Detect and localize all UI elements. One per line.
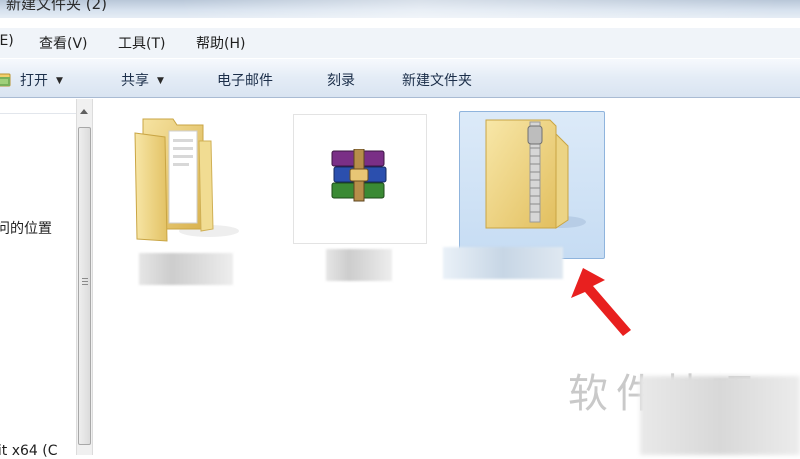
winrar-archive-icon (331, 149, 387, 202)
new-folder-button[interactable]: 新建文件夹 (402, 70, 472, 90)
zipped-folder-icon (485, 119, 586, 229)
red-arrow-annotation (571, 268, 631, 336)
chevron-down-icon: ▼ (56, 76, 63, 86)
command-bar: 打开 ▼ 共享 ▼ 电子邮件 刻录 新建文件夹 (0, 58, 800, 98)
open-button[interactable]: 打开 ▼ (20, 70, 63, 90)
menu-help[interactable]: 帮助(H) (196, 33, 245, 53)
menu-view[interactable]: 查看(V) (39, 33, 88, 53)
nav-scrollbar[interactable] (76, 99, 93, 455)
navigation-pane: 问的位置 lit x64 (C (0, 99, 76, 459)
open-folder-icon (0, 73, 11, 87)
file-name-blurred (326, 249, 392, 281)
file-item-zip-folder-selected[interactable] (459, 111, 605, 259)
scroll-grip-icon (82, 278, 88, 287)
file-item-folder[interactable] (129, 111, 239, 286)
window-title: 新建文件夹 (2) (6, 0, 108, 13)
nav-item-system-drive[interactable]: lit x64 (C (0, 443, 58, 459)
share-button-label: 共享 (121, 73, 149, 89)
nav-item-location[interactable]: 问的位置 (0, 218, 52, 238)
scroll-thumb[interactable] (78, 127, 91, 445)
menu-bar: (E) 查看(V) 工具(T) 帮助(H) (0, 28, 800, 58)
watermark-blur (640, 376, 800, 455)
open-button-label: 打开 (20, 73, 48, 89)
file-name-blurred (443, 247, 563, 279)
title-bar-glare (180, 0, 780, 18)
file-name-blurred (139, 253, 233, 285)
email-button[interactable]: 电子邮件 (217, 70, 273, 90)
menu-tools[interactable]: 工具(T) (118, 33, 165, 53)
share-button[interactable]: 共享 ▼ (121, 70, 164, 90)
scroll-up-icon[interactable] (80, 109, 88, 114)
nav-pane-header (0, 99, 76, 114)
file-item-rar-archive[interactable] (293, 114, 427, 244)
chevron-down-icon: ▼ (157, 76, 164, 86)
burn-button[interactable]: 刻录 (327, 70, 355, 90)
window-title-bar: 新建文件夹 (2) (0, 0, 800, 18)
menu-edit[interactable]: (E) (0, 33, 14, 49)
folder-icon (134, 118, 239, 242)
